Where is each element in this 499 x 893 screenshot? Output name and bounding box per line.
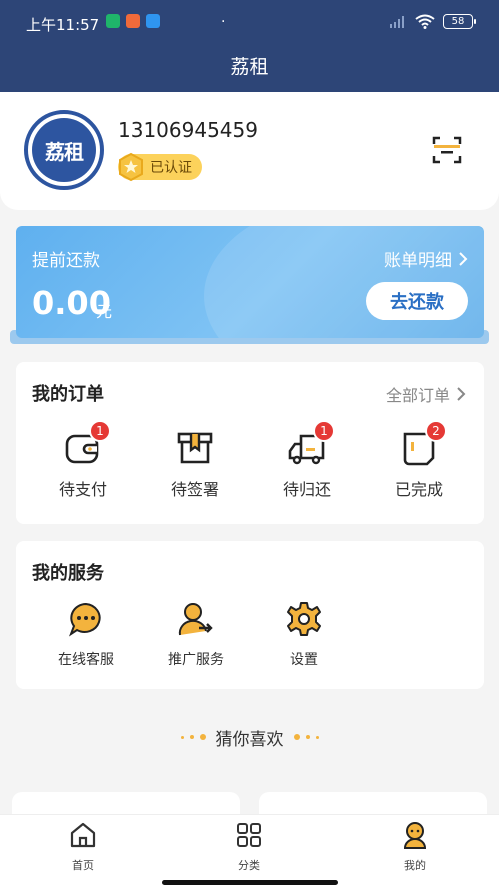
repay-title: 提前还款 — [32, 251, 100, 271]
repay-unit: 元 — [96, 302, 113, 321]
repay-button[interactable]: 去还款 — [366, 282, 468, 320]
status-right: 58 — [389, 14, 476, 29]
services-title: 我的服务 — [32, 563, 104, 584]
avatar[interactable]: 荔租 — [24, 110, 104, 190]
verified-badge: 已认证 — [118, 152, 202, 182]
tab-label: 分类 — [238, 859, 260, 872]
order-label: 待支付 — [58, 480, 107, 499]
app-notification-icon — [146, 14, 160, 28]
status-time: 上午11:57 — [26, 16, 100, 34]
guess-you-like-header: 猜你喜欢 — [0, 724, 499, 750]
chevron-right-icon — [457, 387, 466, 401]
order-label: 待签署 — [170, 480, 219, 499]
orders-title: 我的订单 — [32, 384, 104, 405]
order-pending-payment[interactable]: 1 待支付 — [38, 420, 128, 500]
gear-icon — [287, 602, 321, 636]
order-label: 待归还 — [282, 480, 331, 499]
verified-icon — [119, 152, 143, 182]
profile-icon — [403, 822, 427, 849]
more-notifications-dot: · — [221, 14, 226, 30]
service-promotion[interactable]: 推广服务 — [146, 601, 246, 669]
grid-icon — [237, 823, 261, 847]
app-notification-icon — [126, 14, 140, 28]
all-orders-label: 全部订单 — [385, 386, 450, 405]
verified-label: 已认证 — [150, 160, 192, 176]
chat-icon — [68, 602, 101, 637]
tab-home[interactable]: 首页 — [43, 821, 123, 873]
bill-detail-label: 账单明细 — [384, 251, 452, 271]
order-pending-return[interactable]: 1 待归还 — [262, 420, 352, 500]
scan-icon[interactable] — [432, 136, 462, 164]
page-title: 荔租 — [230, 56, 269, 78]
avatar-logo: 荔租 — [32, 118, 96, 182]
order-pending-sign[interactable]: 待签署 — [150, 428, 240, 500]
repay-card: 提前还款 账单明细 0.00 元 去还款 — [16, 226, 484, 338]
service-settings[interactable]: 设置 — [254, 601, 354, 669]
tab-label: 我的 — [404, 859, 426, 872]
services-card: 我的服务 在线客服 推广服务 设置 — [16, 541, 484, 689]
box-icon — [177, 432, 213, 464]
wifi-icon — [415, 14, 435, 29]
chevron-right-icon — [459, 251, 468, 266]
tab-category[interactable]: 分类 — [209, 821, 289, 873]
home-indicator — [162, 880, 338, 885]
status-bar: 上午11:57 · 58 — [0, 0, 499, 46]
promote-icon — [178, 603, 213, 636]
tab-label: 首页 — [72, 859, 94, 872]
all-orders-link[interactable]: 全部订单 — [386, 382, 466, 406]
order-completed[interactable]: 2 已完成 — [374, 420, 464, 500]
orders-card: 我的订单 全部订单 1 待支付 待签署 1 待归还 2 已完成 — [16, 362, 484, 524]
battery-icon: 58 — [443, 14, 476, 29]
decor-dots-right — [293, 734, 319, 740]
service-label: 推广服务 — [168, 652, 224, 668]
signal-icon — [390, 15, 404, 28]
order-badge: 1 — [89, 420, 111, 442]
order-badge: 1 — [313, 420, 335, 442]
guess-you-like-title: 猜你喜欢 — [215, 729, 284, 750]
user-phone: 13106945459 — [118, 118, 258, 142]
service-online-support[interactable]: 在线客服 — [36, 601, 136, 669]
order-badge: 2 — [425, 420, 447, 442]
order-label: 已完成 — [394, 480, 443, 499]
home-icon — [70, 822, 96, 848]
service-label: 设置 — [290, 652, 318, 668]
bill-detail-link[interactable]: 账单明细 — [384, 246, 468, 271]
decor-dots-left — [180, 734, 206, 740]
app-header: 上午11:57 · 58 荔租 — [0, 0, 499, 92]
notification-icons — [106, 14, 160, 28]
tab-mine[interactable]: 我的 — [375, 821, 455, 873]
service-label: 在线客服 — [58, 652, 114, 668]
app-notification-icon — [106, 14, 120, 28]
profile-card: 荔租 13106945459 已认证 — [0, 92, 499, 210]
